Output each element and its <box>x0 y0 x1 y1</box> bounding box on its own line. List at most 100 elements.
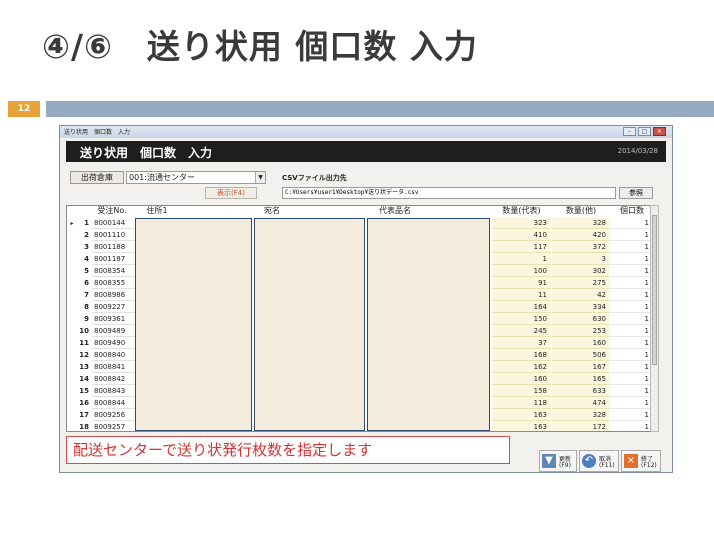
count-input[interactable]: 1 <box>611 314 653 325</box>
scrollbar-thumb[interactable] <box>652 215 657 365</box>
qty-rep-cell: 158 <box>492 386 551 397</box>
count-input[interactable]: 1 <box>611 398 653 409</box>
table-row[interactable]: 5 8008354 100 302 1 <box>67 266 653 277</box>
qty-rep-cell: 164 <box>492 302 551 313</box>
order-number: 8008843 <box>92 386 135 397</box>
table-row[interactable]: 9 8009361 150 630 1 <box>67 314 653 325</box>
qty-rep-cell: 162 <box>492 362 551 373</box>
app-header: 送り状用 個口数 入力 2014/03/28 <box>66 141 666 162</box>
app-title: 送り状用 個口数 入力 <box>80 146 213 160</box>
table-row[interactable]: 13 8008841 162 167 1 <box>67 362 653 373</box>
col-header-qty-rep: 数量(代表) <box>502 206 541 215</box>
count-input[interactable]: 1 <box>611 410 653 421</box>
count-input[interactable]: 1 <box>611 266 653 277</box>
qty-rep-cell: 100 <box>492 266 551 277</box>
order-number: 8008354 <box>92 266 135 277</box>
col-header-recipient: 宛名 <box>264 206 280 215</box>
count-input[interactable]: 1 <box>611 290 653 301</box>
qty-rep-cell: 323 <box>492 218 551 229</box>
qty-rep-cell: 245 <box>492 326 551 337</box>
table-row[interactable]: 4 8001187 1 3 1 <box>67 254 653 265</box>
qty-other-cell: 633 <box>552 386 610 397</box>
order-number: 8008840 <box>92 350 135 361</box>
qty-other-cell: 630 <box>552 314 610 325</box>
table-row[interactable]: 17 8009256 163 328 1 <box>67 410 653 421</box>
update-button[interactable]: ▼ 更新 (F9) <box>539 450 577 472</box>
count-input[interactable]: 1 <box>611 218 653 229</box>
table-row[interactable]: 7 8008986 11 42 1 <box>67 290 653 301</box>
order-number: 8001187 <box>92 254 135 265</box>
qty-rep-cell: 150 <box>492 314 551 325</box>
order-number: 8009227 <box>92 302 135 313</box>
table-row[interactable]: 10 8009489 245 253 1 <box>67 326 653 337</box>
undo-icon: ↶ <box>582 454 596 468</box>
qty-rep-cell: 160 <box>492 374 551 385</box>
maximize-button[interactable]: □ <box>638 127 651 136</box>
count-input[interactable]: 1 <box>611 350 653 361</box>
order-number: 8009257 <box>92 422 135 431</box>
order-number: 8008842 <box>92 374 135 385</box>
table-row[interactable]: 18 8009257 163 172 1 <box>67 422 653 431</box>
qty-rep-cell: 118 <box>492 398 551 409</box>
row-number: 17 <box>79 411 89 419</box>
row-number: 16 <box>79 399 89 407</box>
qty-other-cell: 42 <box>552 290 610 301</box>
row-number: 3 <box>84 243 89 251</box>
count-input[interactable]: 1 <box>611 254 653 265</box>
table-row[interactable]: 14 8008842 160 165 1 <box>67 374 653 385</box>
show-button[interactable]: 表示(F4) <box>205 187 257 199</box>
col-header-qty-other: 数量(他) <box>565 206 597 215</box>
table-row[interactable]: 16 8008844 118 474 1 <box>67 398 653 409</box>
row-number: 18 <box>79 423 89 431</box>
exit-button-key: (F12) <box>641 462 657 469</box>
csv-path-input[interactable]: C:¥Users¥user1¥Desktop¥送り状データ.csv <box>282 187 616 199</box>
chevron-down-icon[interactable]: ▼ <box>255 172 265 183</box>
close-button[interactable]: × <box>653 127 666 136</box>
qty-other-cell: 275 <box>552 278 610 289</box>
order-number: 8001110 <box>92 230 135 241</box>
col-header-order: 受注No. <box>97 206 127 215</box>
warehouse-select[interactable]: 001:流通センター ▼ <box>126 171 266 184</box>
col-header-address: 住所1 <box>146 206 168 215</box>
qty-other-cell: 506 <box>552 350 610 361</box>
qty-other-cell: 160 <box>552 338 610 349</box>
count-input[interactable]: 1 <box>611 278 653 289</box>
count-input[interactable]: 1 <box>611 326 653 337</box>
table-row[interactable]: 6 8008355 91 275 1 <box>67 278 653 289</box>
qty-other-cell: 372 <box>552 242 610 253</box>
table-row[interactable]: ▸ 1 8000144 323 328 1 <box>67 218 653 229</box>
col-header-count: 個口数 <box>620 206 644 215</box>
row-number: 11 <box>79 339 89 347</box>
table-row[interactable]: 15 8008843 158 633 1 <box>67 386 653 397</box>
count-input[interactable]: 1 <box>611 422 653 431</box>
count-input[interactable]: 1 <box>611 302 653 313</box>
browse-button[interactable]: 参照 <box>619 187 653 199</box>
cancel-button-key: (F11) <box>599 462 615 469</box>
order-number: 8009361 <box>92 314 135 325</box>
minimize-button[interactable]: – <box>623 127 636 136</box>
cancel-button[interactable]: ↶ 取消 (F11) <box>579 450 619 472</box>
table-row[interactable]: 2 8001110 410 420 1 <box>67 230 653 241</box>
count-input[interactable]: 1 <box>611 230 653 241</box>
count-input[interactable]: 1 <box>611 242 653 253</box>
table-row[interactable]: 3 8001188 117 372 1 <box>67 242 653 253</box>
order-number: 8008841 <box>92 362 135 373</box>
count-input[interactable]: 1 <box>611 338 653 349</box>
qty-other-cell: 253 <box>552 326 610 337</box>
save-icon: ▼ <box>542 454 556 468</box>
count-input[interactable]: 1 <box>611 362 653 373</box>
row-number: 10 <box>79 327 89 335</box>
update-button-key: (F9) <box>559 462 571 469</box>
table-row[interactable]: 11 8009490 37 160 1 <box>67 338 653 349</box>
table-row[interactable]: 8 8009227 164 334 1 <box>67 302 653 313</box>
qty-other-cell: 165 <box>552 374 610 385</box>
count-input[interactable]: 1 <box>611 374 653 385</box>
grid-scrollbar[interactable] <box>650 205 659 432</box>
qty-other-cell: 474 <box>552 398 610 409</box>
qty-other-cell: 328 <box>552 410 610 421</box>
table-row[interactable]: 12 8008840 168 506 1 <box>67 350 653 361</box>
count-input[interactable]: 1 <box>611 386 653 397</box>
qty-rep-cell: 11 <box>492 290 551 301</box>
exit-button[interactable]: × 終了 (F12) <box>621 450 661 472</box>
order-grid: 受注No. 住所1 宛名 代表品名 数量(代表) 数量(他) 個口数 ▸ 1 800… <box>66 205 654 432</box>
